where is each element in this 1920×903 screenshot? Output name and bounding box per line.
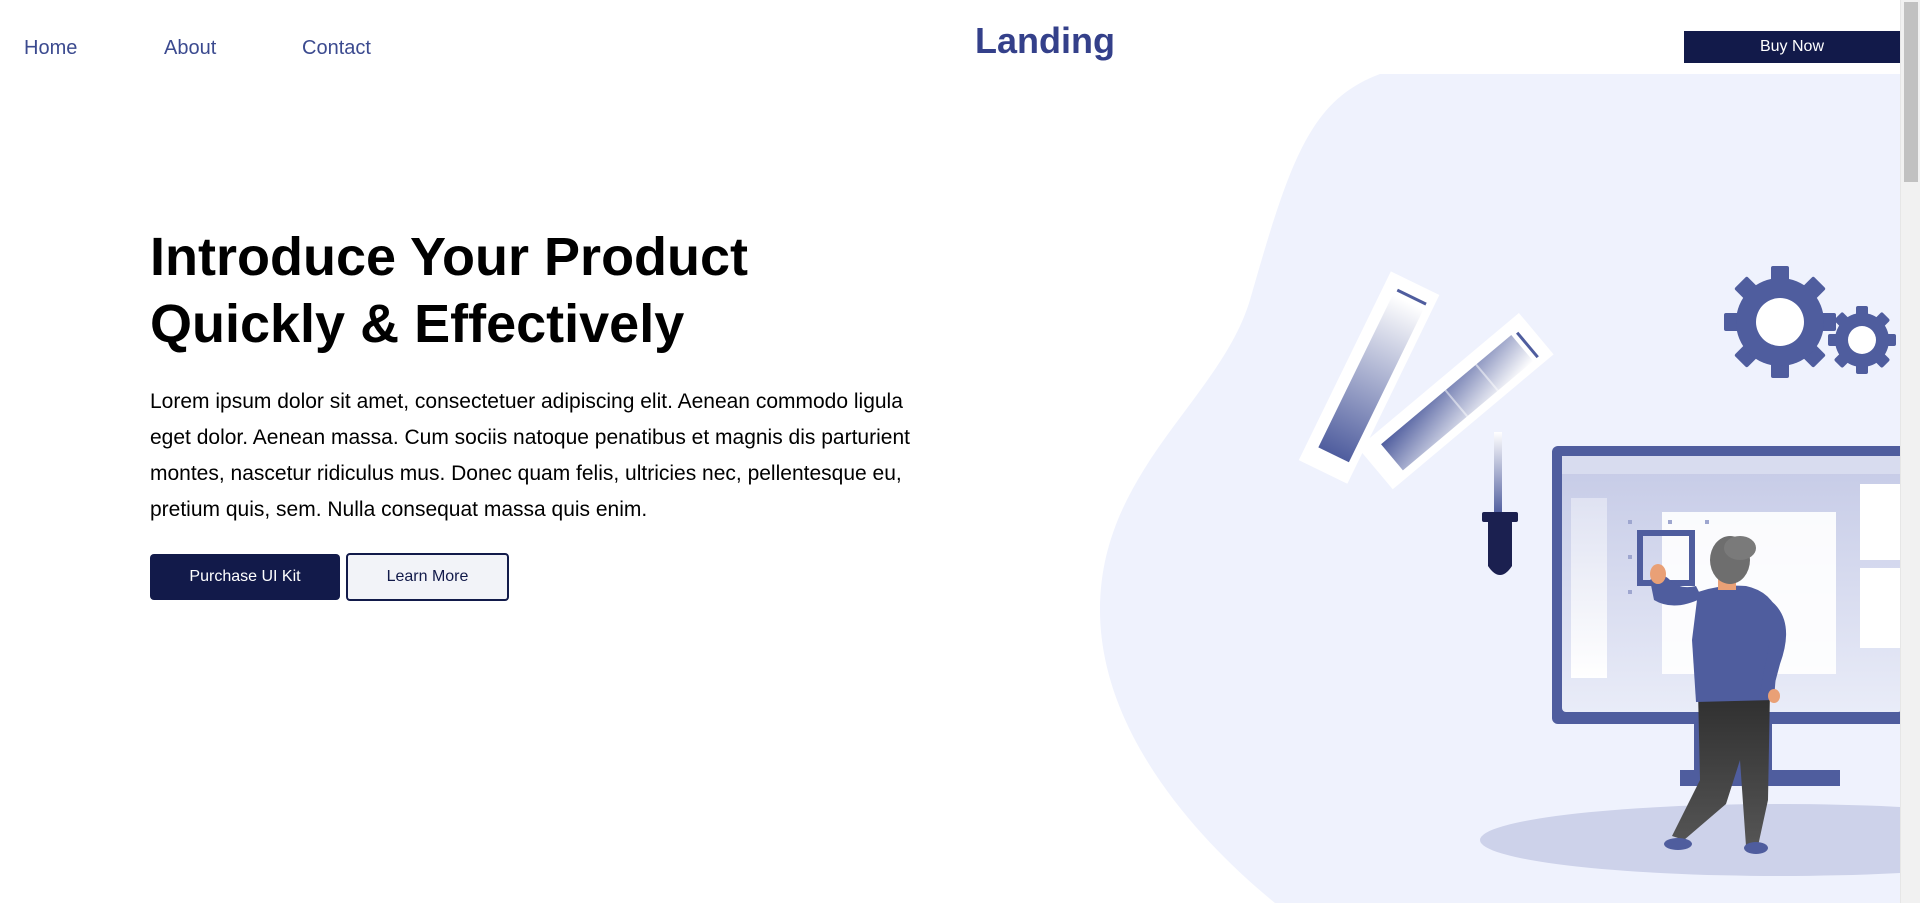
- gear-icon: [1724, 266, 1836, 378]
- hero-illustration: [1100, 74, 1900, 903]
- nav-link-home[interactable]: Home: [24, 37, 77, 59]
- brand-logo[interactable]: Landing: [975, 20, 1115, 62]
- hero-title-line-1: Introduce Your Product: [150, 227, 749, 287]
- nav-link-contact[interactable]: Contact: [302, 37, 371, 59]
- top-nav: Home About Contact Landing Buy Now: [0, 0, 1900, 80]
- nav-link-about[interactable]: About: [164, 37, 216, 59]
- scrollbar-thumb[interactable]: [1904, 2, 1918, 182]
- hero-description: Lorem ipsum dolor sit amet, consectetuer…: [150, 390, 910, 521]
- gear-small-icon: [1828, 306, 1896, 374]
- hero-title: Introduce Your Product Quickly & Effecti…: [150, 224, 970, 358]
- landing-page: Home About Contact Landing Buy Now Intro…: [0, 0, 1920, 903]
- buy-now-button[interactable]: Buy Now: [1684, 31, 1900, 63]
- hero-title-line-2: Quickly & Effectively: [150, 294, 685, 354]
- purchase-ui-kit-button[interactable]: Purchase UI Kit: [150, 554, 340, 600]
- vertical-scrollbar[interactable]: [1900, 0, 1920, 903]
- learn-more-button[interactable]: Learn More: [346, 553, 509, 601]
